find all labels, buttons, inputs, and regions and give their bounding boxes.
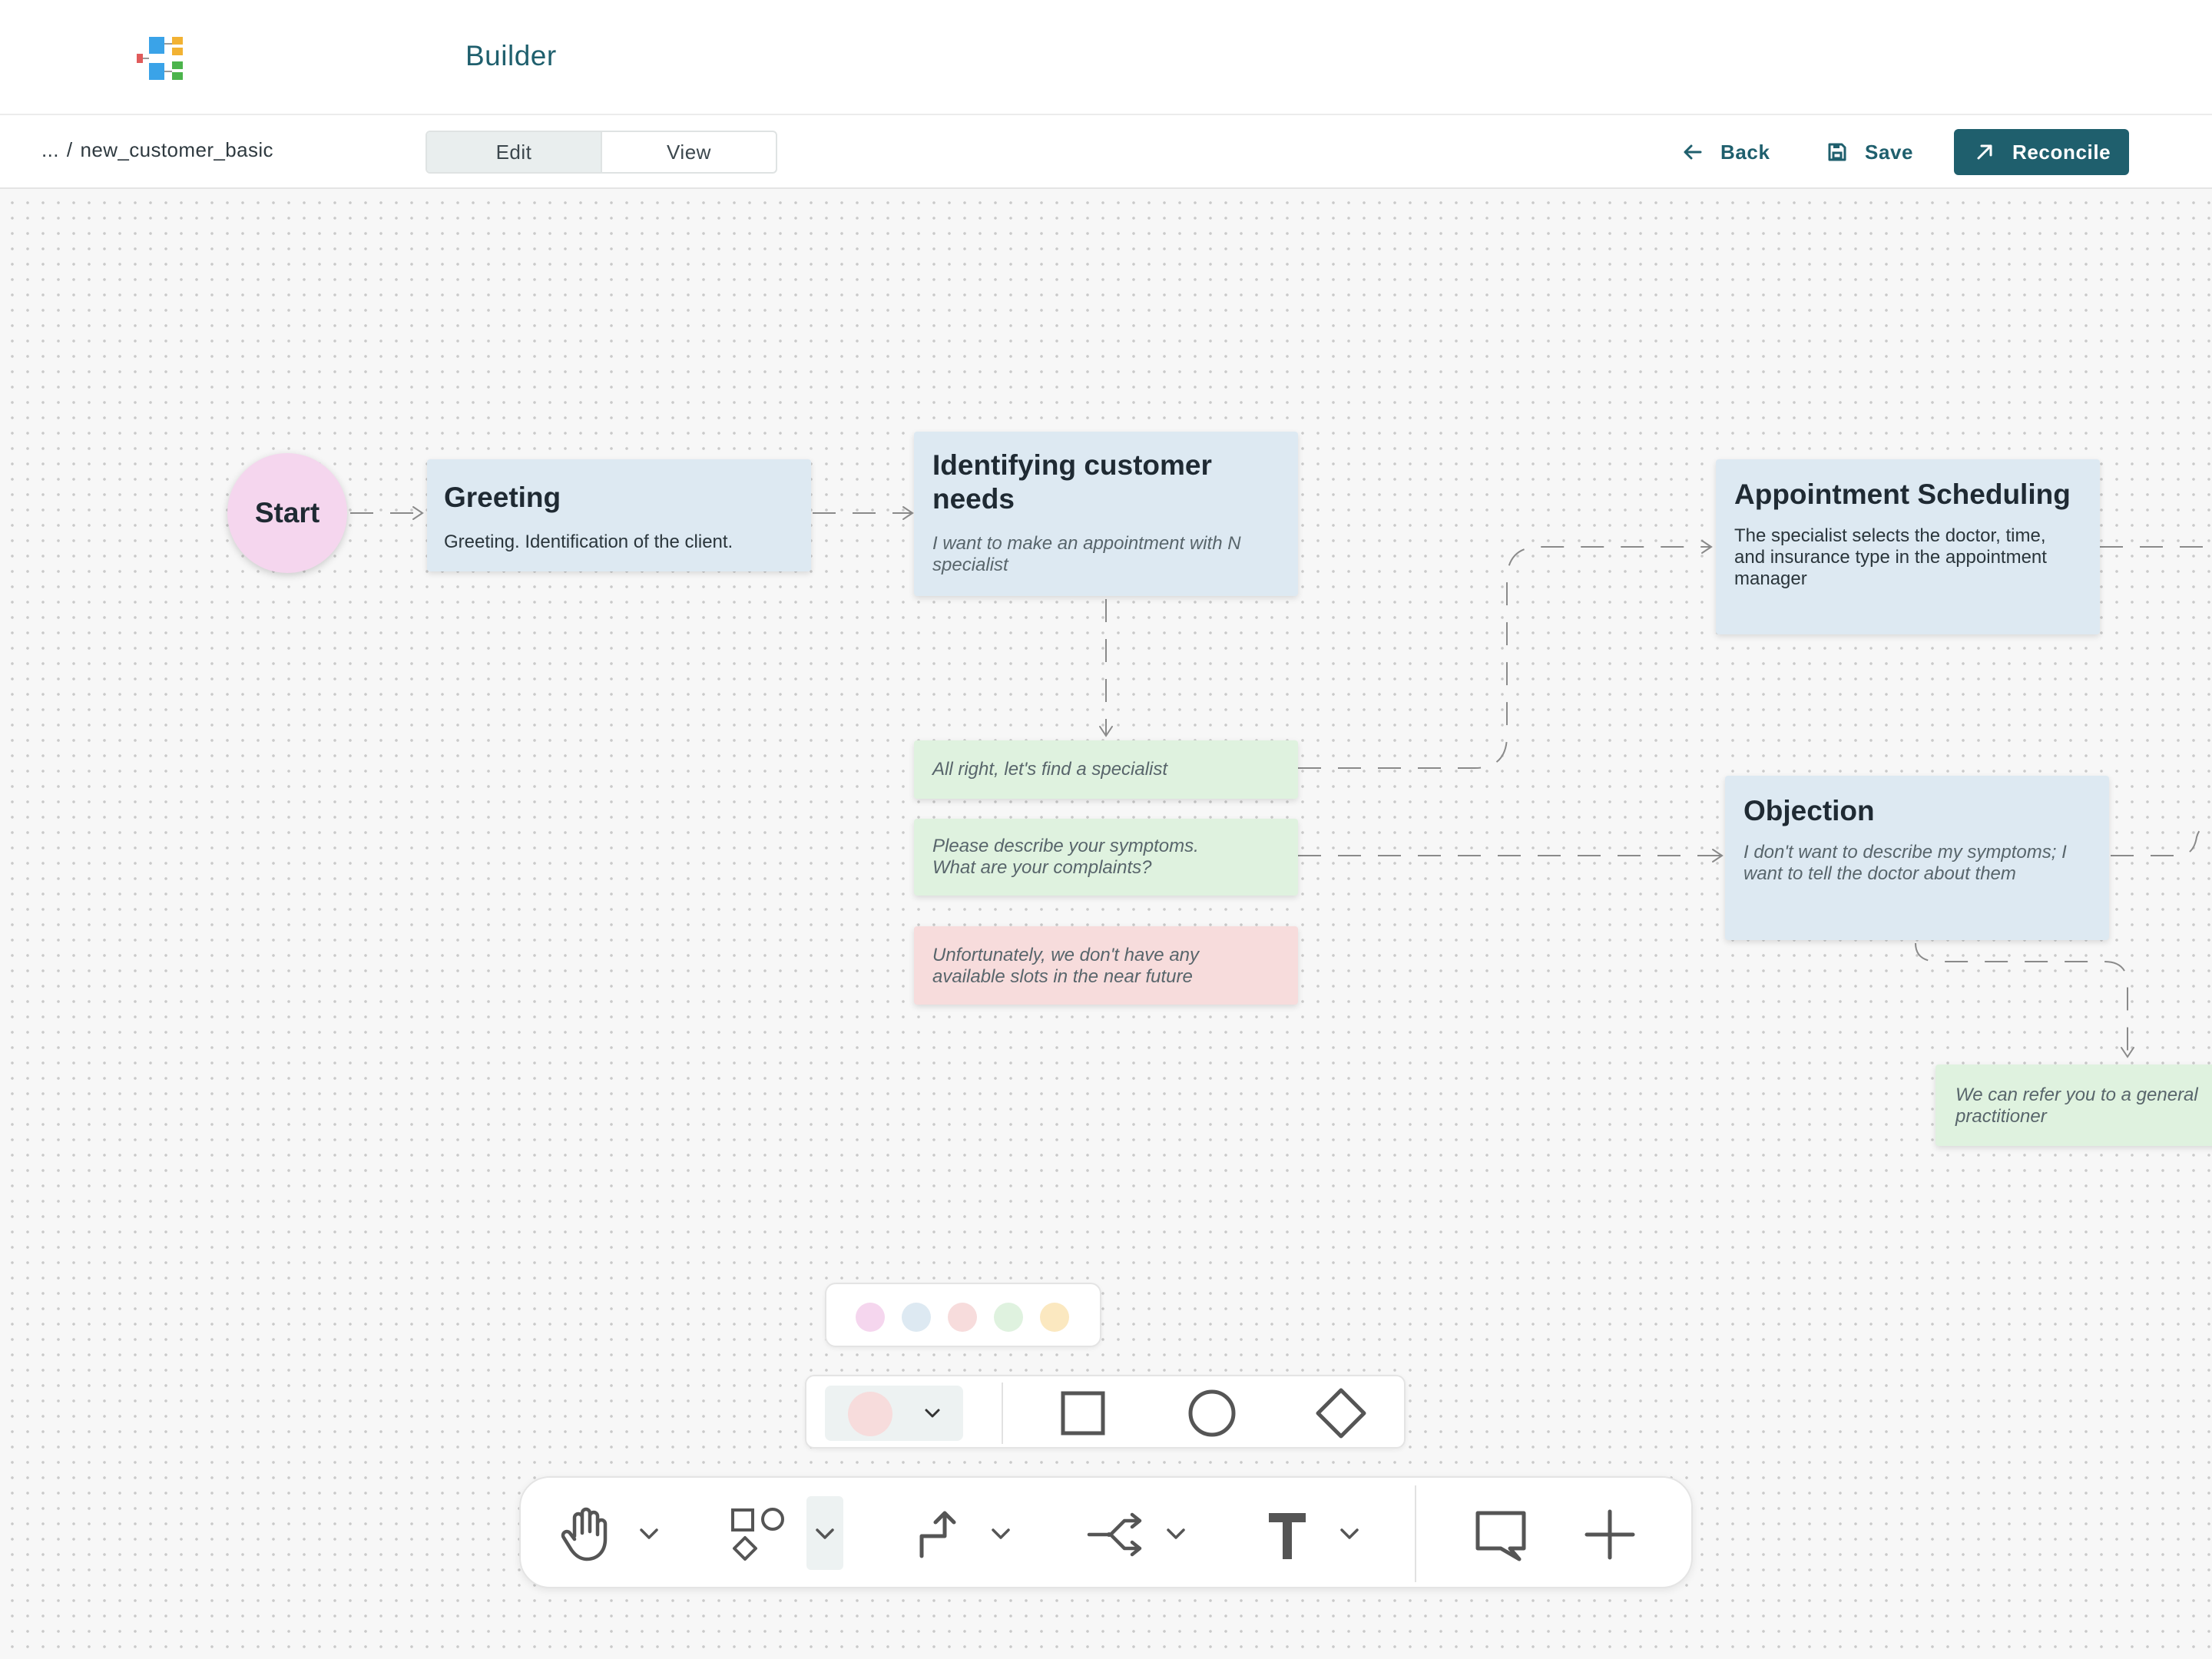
back-button[interactable]: Back — [1682, 129, 1770, 175]
hand-icon[interactable] — [558, 1505, 616, 1564]
mode-switch: Edit View — [426, 131, 777, 174]
swatch-yellow[interactable] — [1040, 1303, 1069, 1332]
logo-icon — [137, 37, 183, 80]
back-label: Back — [1720, 140, 1770, 164]
objection-node[interactable]: Objection I don't want to describe my sy… — [1725, 776, 2109, 940]
app-title: Builder — [465, 40, 557, 71]
objection-title: Objection — [1743, 795, 1875, 826]
shapebar-divider — [1002, 1382, 1003, 1444]
needs-text-line1: I want to make an appointment with N — [932, 533, 1241, 554]
edge-objection-refer — [1915, 942, 2128, 1055]
shape-color-dropdown[interactable] — [825, 1386, 963, 1441]
answer-find-specialist[interactable]: All right, let's find a specialist — [914, 740, 1298, 799]
mainbar-divider — [1415, 1485, 1416, 1582]
appointment-title: Appointment Scheduling — [1734, 478, 2071, 510]
needs-title-line1: Identifying customer — [932, 449, 1212, 481]
edge-find-appointment — [1298, 546, 1710, 769]
view-mode-tab[interactable]: View — [602, 132, 776, 172]
text-chevron-icon[interactable] — [1338, 1519, 1361, 1550]
sub-header: ... / new_customer_basic Edit View Back Sa… — [0, 115, 2212, 189]
branch-chevron-icon[interactable] — [1164, 1519, 1187, 1550]
reconcile-button[interactable]: Reconcile — [1954, 129, 2129, 175]
edge-objection-out — [2111, 824, 2212, 856]
chevron-down-icon — [925, 1409, 940, 1418]
answer-find-text: All right, let's find a specialist — [932, 759, 1168, 780]
color-palette — [825, 1283, 1101, 1347]
swatch-green[interactable] — [994, 1303, 1023, 1332]
top-header: Builder — [0, 0, 2212, 115]
edit-mode-tab[interactable]: Edit — [427, 132, 602, 172]
breadcrumb: ... / new_customer_basic — [41, 138, 273, 162]
branch-icon[interactable] — [1086, 1505, 1144, 1564]
reconcile-label: Reconcile — [2012, 140, 2111, 164]
shapes-chevron-button[interactable] — [806, 1496, 843, 1570]
breadcrumb-separator: / — [66, 138, 73, 161]
swatch-blue[interactable] — [902, 1303, 931, 1332]
swatch-pink[interactable] — [856, 1303, 885, 1332]
square-icon[interactable] — [1057, 1387, 1109, 1439]
breadcrumb-ellipsis[interactable]: ... — [41, 138, 59, 161]
needs-title-line2: needs — [932, 483, 1015, 515]
save-icon — [1828, 143, 1846, 161]
appointment-line3: manager — [1734, 568, 1807, 589]
answer-noslots-line1: Unfortunately, we don't have any — [932, 945, 1200, 965]
start-label: Start — [254, 497, 320, 528]
answer-describe-symptoms[interactable]: Please describe your symptoms. What are … — [914, 819, 1298, 896]
shape-toolbar — [805, 1375, 1406, 1449]
selected-color-dot — [848, 1392, 892, 1436]
greeting-text: Greeting. Identification of the client. — [444, 531, 733, 552]
answer-refer-gp[interactable]: We can refer you to a general practition… — [1936, 1065, 2212, 1146]
swatch-red[interactable] — [948, 1303, 977, 1332]
diamond-icon[interactable] — [1315, 1387, 1367, 1439]
refer-line2: practitioner — [1955, 1106, 2047, 1127]
greeting-title: Greeting — [444, 482, 561, 513]
plus-icon[interactable] — [1581, 1505, 1639, 1564]
save-button[interactable]: Save — [1826, 129, 1913, 175]
arrow-up-right-icon — [1977, 144, 1992, 160]
breadcrumb-current: new_customer_basic — [80, 138, 273, 161]
appointment-node[interactable]: Appointment Scheduling The specialist se… — [1716, 459, 2100, 634]
circle-icon[interactable] — [1186, 1387, 1238, 1439]
greeting-node[interactable]: Greeting Greeting. Identification of the… — [427, 459, 811, 571]
answer-noslots-line2: available slots in the near future — [932, 966, 1193, 987]
needs-node[interactable]: Identifying customer needs I want to mak… — [914, 432, 1298, 596]
appointment-line2: and insurance type in the appointment — [1734, 547, 2047, 568]
arrow-left-icon — [1684, 144, 1702, 160]
text-icon[interactable] — [1258, 1505, 1316, 1564]
objection-line2: want to tell the doctor about them — [1743, 863, 2016, 884]
save-label: Save — [1865, 140, 1914, 164]
main-toolbar — [519, 1476, 1693, 1588]
shapes-icon[interactable] — [730, 1505, 788, 1564]
answer-describe-line2: What are your complaints? — [932, 857, 1152, 878]
answer-no-slots[interactable]: Unfortunately, we don't have any availab… — [914, 926, 1298, 1005]
answer-describe-line1: Please describe your symptoms. — [932, 836, 1199, 856]
appointment-line1: The specialist selects the doctor, time, — [1734, 525, 2046, 546]
connector-chevron-icon[interactable] — [989, 1519, 1012, 1550]
comment-icon[interactable] — [1472, 1505, 1530, 1564]
chevron-down-icon — [816, 1528, 834, 1539]
connector-icon[interactable] — [911, 1505, 969, 1564]
needs-text-line2: specialist — [932, 555, 1008, 575]
hand-chevron-icon[interactable] — [637, 1519, 661, 1550]
refer-line1: We can refer you to a general — [1955, 1084, 2198, 1105]
objection-line1: I don't want to describe my symptoms; I — [1743, 842, 2067, 863]
start-node[interactable]: Start — [227, 453, 347, 573]
